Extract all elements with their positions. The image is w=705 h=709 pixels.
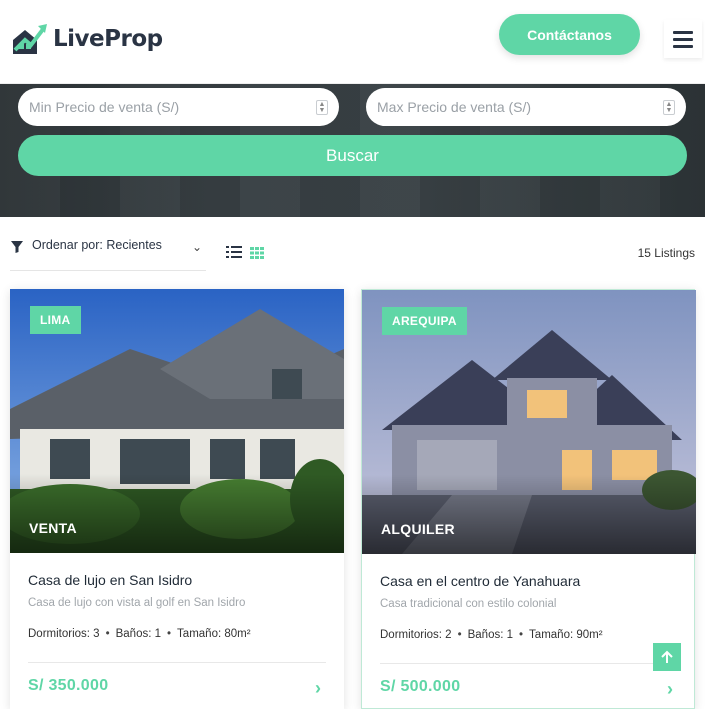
divider <box>28 662 326 663</box>
listing-type: VENTA <box>29 520 77 536</box>
scroll-to-top-button[interactable] <box>653 643 681 671</box>
number-spinner-icon[interactable]: ▲ ▼ <box>316 100 328 115</box>
listing-subtitle: Casa de lujo con vista al golf en San Is… <box>28 597 246 609</box>
contact-button[interactable]: Contáctanos <box>499 14 640 55</box>
search-hero: Min Precio de venta (S/) ▲ ▼ Max Precio d… <box>0 84 705 217</box>
hamburger-menu-icon[interactable] <box>664 20 702 58</box>
separator-dot: • <box>105 628 110 640</box>
filter-icon <box>11 241 23 253</box>
bathrooms: Baños: 1 <box>467 629 514 641</box>
chevron-down-icon: ⌄ <box>192 240 203 254</box>
listing-type: ALQUILER <box>381 521 455 537</box>
listing-subtitle: Casa tradicional con estilo colonial <box>380 598 557 610</box>
number-spinner-icon[interactable]: ▲ ▼ <box>663 100 675 115</box>
search-button[interactable]: Buscar <box>18 135 687 176</box>
chevron-right-icon[interactable]: › <box>315 678 321 699</box>
site-header: LiveProp Contáctanos <box>0 0 705 84</box>
listing-price: S/ 350.000 <box>28 677 109 694</box>
listings-toolbar: Ordenar por: Recientes ⌄ 15 Listings <box>0 232 705 272</box>
listing-features: Dormitorios: 2 • Baños: 1 • Tamaño: 90m² <box>380 629 603 641</box>
menu-line <box>673 37 693 41</box>
bedrooms: Dormitorios: 2 <box>380 629 452 641</box>
separator-dot: • <box>519 629 524 641</box>
logo-text: LiveProp <box>53 26 163 52</box>
sort-label: Ordenar por: Recientes <box>32 238 162 252</box>
min-price-placeholder: Min Precio de venta (S/) <box>29 99 180 115</box>
separator-dot: • <box>167 628 172 640</box>
listings-count: 15 Listings <box>637 246 695 260</box>
arrow-up-icon <box>661 650 673 663</box>
size: Tamaño: 80m² <box>177 628 251 640</box>
separator-dot: • <box>457 629 462 641</box>
menu-line <box>673 44 693 48</box>
size: Tamaño: 90m² <box>529 629 603 641</box>
bathrooms: Baños: 1 <box>115 628 162 640</box>
listing-photo[interactable]: AREQUIPA ALQUILER <box>362 290 696 554</box>
divider <box>380 663 678 664</box>
max-price-placeholder: Max Precio de venta (S/) <box>377 99 532 115</box>
listing-features: Dormitorios: 3 • Baños: 1 • Tamaño: 80m² <box>28 628 251 640</box>
city-badge: AREQUIPA <box>382 307 467 335</box>
city-badge: LIMA <box>30 306 81 334</box>
logo-house-icon <box>13 24 47 54</box>
max-price-input[interactable]: Max Precio de venta (S/) ▲ ▼ <box>366 88 686 126</box>
min-price-input[interactable]: Min Precio de venta (S/) ▲ ▼ <box>18 88 339 126</box>
logo[interactable]: LiveProp <box>11 22 163 56</box>
list-view-icon[interactable] <box>226 246 242 258</box>
grid-view-icon[interactable] <box>250 247 264 259</box>
listing-card[interactable]: AREQUIPA ALQUILER Casa en el centro de Y… <box>361 289 696 709</box>
listing-price: S/ 500.000 <box>380 678 461 695</box>
listing-title[interactable]: Casa en el centro de Yanahuara <box>380 573 580 589</box>
listing-card[interactable]: LIMA VENTA Casa de lujo en San Isidro Ca… <box>10 289 344 709</box>
sort-select[interactable]: Ordenar por: Recientes ⌄ <box>10 238 206 271</box>
listing-photo[interactable]: LIMA VENTA <box>10 289 344 553</box>
menu-line <box>673 30 693 34</box>
listing-title[interactable]: Casa de lujo en San Isidro <box>28 572 192 588</box>
bedrooms: Dormitorios: 3 <box>28 628 100 640</box>
